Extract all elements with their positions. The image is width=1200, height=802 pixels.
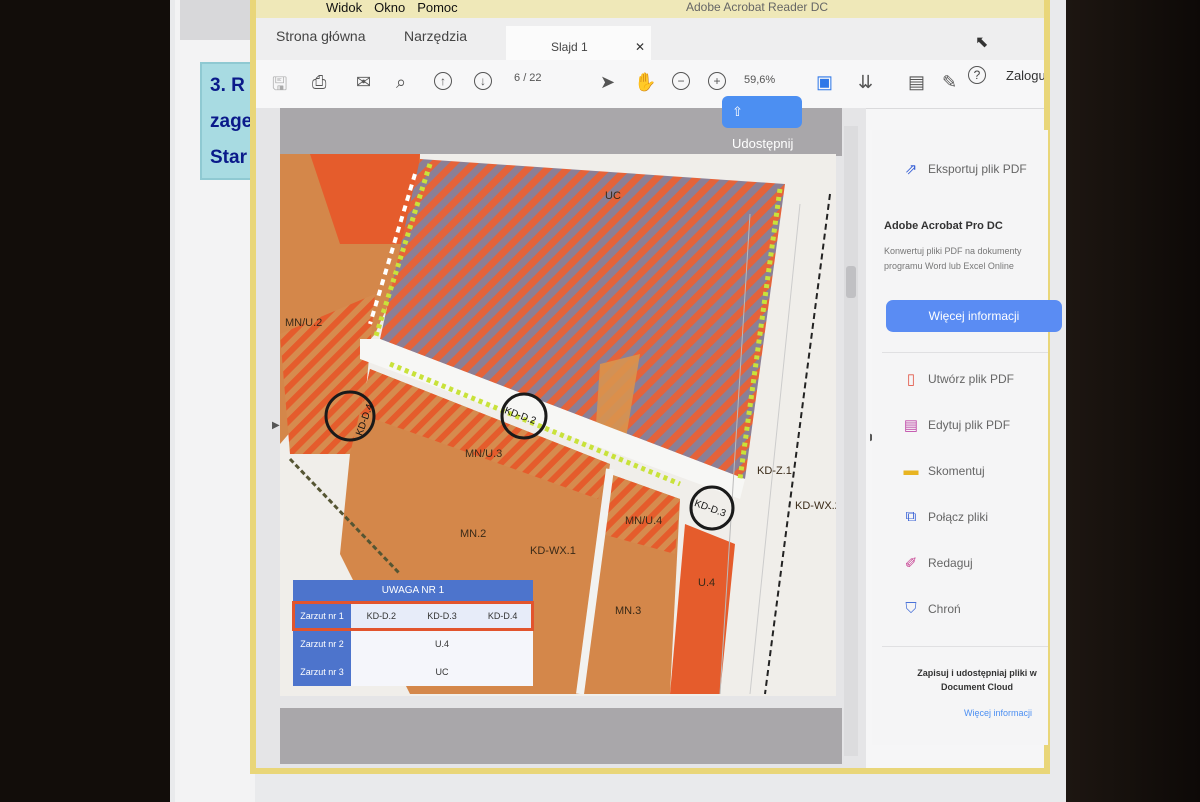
document-scrollbar[interactable] [844, 126, 858, 756]
close-icon[interactable]: ✕ [635, 40, 645, 54]
objection-label: Zarzut nr 2 [293, 630, 351, 658]
zoom-in-icon[interactable]: + [708, 72, 726, 90]
create-pdf-tool[interactable]: ▯ Utwórz plik PDF [902, 370, 1014, 388]
room-background [1066, 0, 1200, 802]
document-cloud-text: Zapisuj i udostępniaj pliki w Document C… [917, 668, 1037, 692]
export-pdf-tool[interactable]: ⇗ Eksportuj plik PDF [902, 160, 1027, 178]
label-u4: U.4 [698, 577, 715, 589]
promo-description: Konwertuj pliki PDF na dokumenty program… [884, 246, 1022, 271]
comment-tool[interactable]: ▬ Skomentuj [902, 462, 985, 479]
document-cloud-link[interactable]: Więcej informacji [964, 708, 1032, 718]
export-pdf-label: Eksportuj plik PDF [928, 162, 1027, 176]
objection-row-3: Zarzut nr 3 UC [293, 658, 533, 686]
label-mnu3: MN/U.3 [465, 448, 502, 460]
protect-tool[interactable]: ⛉ Chroń [902, 600, 961, 617]
promo-title: Adobe Acrobat Pro DC [884, 220, 1003, 232]
objection-value: KD-D.2 [366, 611, 397, 621]
label-mn3: MN.3 [615, 605, 641, 617]
more-info-button[interactable]: Więcej informacji [886, 300, 1062, 332]
page-number-input[interactable]: 6 [514, 72, 520, 84]
label-kdwx1: KD-WX.1 [530, 545, 576, 557]
comment-label: Skomentuj [928, 463, 985, 478]
page-total: / 22 [523, 72, 542, 84]
objections-table-title: UWAGA NR 1 [293, 580, 533, 602]
page-fit-icon[interactable]: ▣ [816, 72, 833, 93]
combine-label: Połącz pliki [928, 509, 989, 524]
edit-pdf-tool[interactable]: ▤ Edytuj plik PDF [902, 416, 1010, 434]
menu-item-help[interactable]: Pomoc [417, 0, 457, 15]
menu-item-window[interactable]: Okno [374, 0, 405, 15]
objection-value: KD-D.3 [427, 611, 457, 621]
share-button-label: Udostępnij [732, 136, 794, 151]
tab-bar: Strona główna Narzędzia Slajd 1 ✕ [256, 18, 1044, 61]
objection-value: U.4 [434, 639, 449, 649]
page-indicator: 6 / 22 [514, 72, 542, 84]
save-icon[interactable]: 🖫 [272, 72, 287, 102]
hand-tool-icon[interactable]: ✋ [634, 72, 656, 93]
objection-label: Zarzut nr 1 [293, 602, 351, 630]
tools-panel: ⇗ Eksportuj plik PDF Adobe Acrobat Pro D… [872, 130, 1062, 745]
objection-values: UC [351, 658, 533, 686]
objection-row-1: Zarzut nr 1 KD-D.2 KD-D.3 KD-D.4 [292, 601, 534, 631]
create-pdf-icon: ▯ [906, 371, 916, 388]
label-mnu4: MN/U.4 [625, 515, 662, 527]
export-pdf-icon: ⇗ [904, 161, 918, 178]
scroll-mode-icon[interactable]: ⇊ [858, 72, 873, 93]
create-pdf-label: Utwórz plik PDF [928, 372, 1015, 386]
help-icon[interactable]: ? [968, 66, 986, 84]
tab-tools[interactable]: Narzędzia [404, 28, 467, 44]
objection-label: Zarzut nr 3 [293, 658, 351, 686]
window-title: Adobe Acrobat Reader DC [686, 0, 829, 14]
combine-files-tool[interactable]: ⧉ Połącz pliki [902, 508, 988, 525]
label-mn2: MN.2 [460, 528, 486, 540]
edit-pdf-icon: ▤ [903, 417, 919, 434]
objection-values: U.4 [351, 630, 533, 658]
print-icon[interactable]: ⎙ [312, 72, 326, 93]
tab-home[interactable]: Strona główna [276, 28, 366, 44]
redact-icon: ✐ [904, 555, 918, 572]
page-up-icon[interactable]: ↑ [434, 72, 452, 90]
objections-table: UWAGA NR 1 Zarzut nr 1 KD-D.2 KD-D.3 KD-… [292, 580, 534, 686]
tab-document-label: Slajd 1 [551, 40, 588, 54]
scrollbar-thumb[interactable] [846, 266, 856, 298]
comment-toolbar-icon[interactable]: ▤ [908, 72, 925, 93]
label-mnu2: MN/U.2 [285, 317, 322, 329]
combine-icon: ⧉ [905, 508, 917, 525]
objection-value: KD-D.4 [487, 611, 518, 621]
slide-bottom-band [280, 708, 842, 764]
comment-icon: ▬ [903, 462, 919, 479]
share-button[interactable]: ⇧ Udostępnij [722, 96, 802, 151]
tab-document[interactable]: Slajd 1 ✕ [506, 26, 651, 60]
menu-item-view[interactable]: Widok [326, 0, 362, 15]
mail-icon[interactable]: ✉ [356, 72, 371, 93]
protect-icon: ⛉ [905, 600, 917, 617]
label-uc: UC [605, 190, 621, 202]
edit-pdf-label: Edytuj plik PDF [928, 418, 1011, 432]
label-kdwx2: KD-WX.2 [795, 500, 836, 512]
page-down-icon[interactable]: ↓ [474, 72, 492, 90]
toolbar: 🖫 ⎙ ✉ ⌕ ↑ ↓ 6 / 22 ➤ ✋ − + 59,6% ▣ ⇊ ▤ ✎… [256, 60, 1044, 109]
pen-icon[interactable]: ✎ [942, 72, 957, 93]
login-link[interactable]: Zaloguj [1006, 68, 1044, 83]
protect-label: Chroń [928, 601, 961, 616]
zoom-out-icon[interactable]: − [672, 72, 690, 90]
search-icon[interactable]: ⌕ [396, 72, 406, 93]
mouse-cursor-icon: ⬉ [975, 34, 989, 51]
divider [882, 352, 1048, 353]
redact-tool[interactable]: ✐ Redaguj [902, 554, 973, 572]
left-pane-toggle-icon[interactable]: ▶ [272, 420, 280, 431]
objection-row-2: Zarzut nr 2 U.4 [293, 630, 533, 658]
redact-label: Redaguj [928, 556, 973, 570]
select-cursor-icon[interactable]: ➤ [600, 72, 615, 93]
divider [882, 646, 1048, 647]
objection-value: UC [435, 667, 449, 677]
zoom-level[interactable]: 59,6% [744, 74, 775, 86]
menu-bar: Widok Okno Pomoc [326, 0, 458, 15]
label-kdz1: KD-Z.1 [757, 465, 792, 477]
objection-values: KD-D.2 KD-D.3 KD-D.4 [351, 602, 533, 630]
